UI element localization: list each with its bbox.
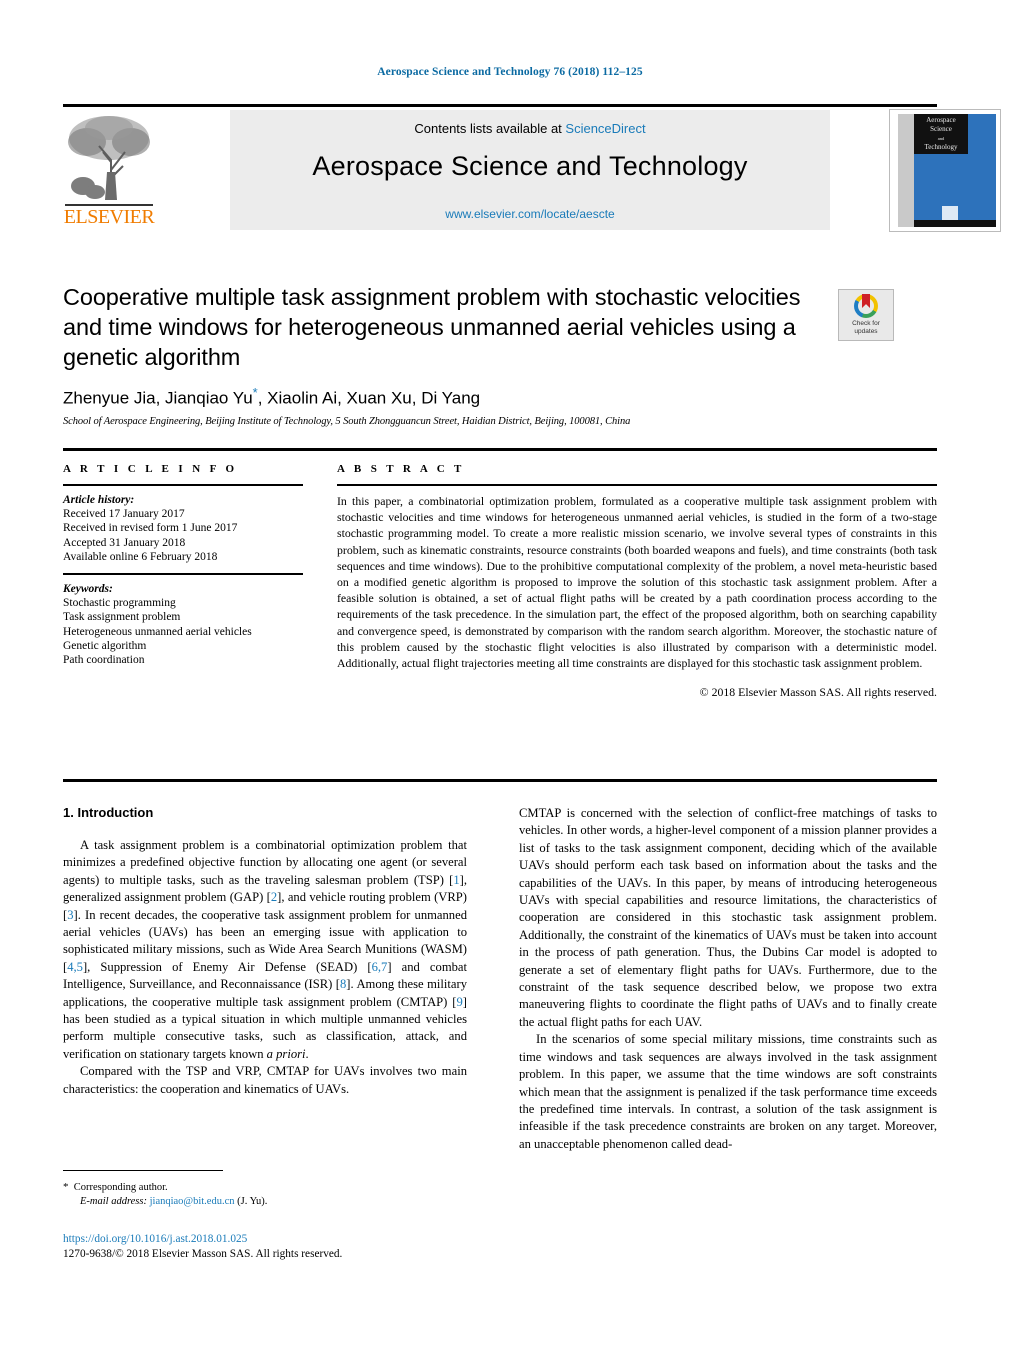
footnote-star-marker: * bbox=[63, 1181, 69, 1193]
sciencedirect-link[interactable]: ScienceDirect bbox=[565, 121, 645, 136]
article-history-item: Accepted 31 January 2018 bbox=[63, 536, 186, 549]
doi-link[interactable]: https://doi.org/10.1016/j.ast.2018.01.02… bbox=[63, 1232, 563, 1247]
authors-primary: Zhenyue Jia, Jianqiao Yu bbox=[63, 388, 253, 408]
cover-title-line-1: Aerospace bbox=[926, 116, 956, 124]
abstract-column: A B S T R A C T In this paper, a combina… bbox=[337, 463, 937, 700]
article-history-heading: Article history: bbox=[63, 494, 135, 506]
article-info-column: A R T I C L E I N F O Article history: R… bbox=[63, 463, 303, 667]
cover-elsevier-mark-icon bbox=[942, 206, 958, 220]
crossmark-label-line1: Check for bbox=[852, 320, 880, 327]
crossmark-badge[interactable]: Check for updates bbox=[838, 289, 894, 341]
p1-seg-e: ], Suppression of Enemy Air Defense (SEA… bbox=[82, 959, 372, 974]
keyword-item: Task assignment problem bbox=[63, 611, 181, 624]
info-section-top-rule bbox=[63, 448, 937, 451]
article-info-label: A R T I C L E I N F O bbox=[63, 463, 238, 475]
article-history-item: Received 17 January 2017 bbox=[63, 508, 185, 521]
cover-title-line-2: Science bbox=[930, 125, 952, 133]
cover-main-panel bbox=[914, 154, 968, 220]
email-link[interactable]: jianqiao@bit.edu.cn bbox=[150, 1196, 235, 1207]
keyword-item: Path coordination bbox=[63, 654, 145, 667]
issn-copyright-line: 1270-9638/© 2018 Elsevier Masson SAS. Al… bbox=[63, 1248, 343, 1260]
footnote-block: * Corresponding author. E-mail address: … bbox=[63, 1180, 467, 1209]
cover-title-line-3: and bbox=[937, 136, 945, 141]
crossmark-label: Check for updates bbox=[839, 320, 893, 336]
article-history-group: Article history: Received 17 January 201… bbox=[63, 493, 303, 564]
cover-spine bbox=[898, 114, 914, 227]
contents-prefix: Contents lists available at bbox=[414, 121, 566, 136]
citation-ref[interactable]: 4,5 bbox=[67, 960, 83, 974]
abstract-rule bbox=[337, 484, 937, 486]
crossmark-ring-icon bbox=[854, 294, 878, 318]
elsevier-tree-icon bbox=[65, 112, 153, 204]
p1-seg-i: . bbox=[305, 1046, 309, 1061]
page-title: Cooperative multiple task assignment pro… bbox=[63, 284, 801, 370]
abstract-copyright: © 2018 Elsevier Masson SAS. All rights r… bbox=[699, 685, 937, 700]
keyword-item: Stochastic programming bbox=[63, 597, 176, 610]
title-block: Cooperative multiple task assignment pro… bbox=[63, 282, 823, 372]
body-column-right: CMTAP is concerned with the selection of… bbox=[519, 805, 937, 1153]
paragraph-intro-2: Compared with the TSP and VRP, CMTAP for… bbox=[63, 1064, 467, 1096]
contents-banner: Contents lists available at ScienceDirec… bbox=[230, 110, 830, 230]
citation-ref[interactable]: 6,7 bbox=[372, 960, 388, 974]
body-top-rule bbox=[63, 779, 937, 782]
keywords-group: Keywords: Stochastic programming Task as… bbox=[63, 582, 303, 667]
author-list: Zhenyue Jia, Jianqiao Yu*, Xiaolin Ai, X… bbox=[63, 385, 883, 409]
paragraph-intro-3: CMTAP is concerned with the selection of… bbox=[519, 806, 937, 1029]
p1-latin-phrase: a priori bbox=[266, 1046, 306, 1061]
article-history-item: Available online 6 February 2018 bbox=[63, 550, 218, 563]
keyword-item: Genetic algorithm bbox=[63, 639, 147, 652]
email-label: E-mail address: bbox=[80, 1196, 147, 1207]
authors-secondary: , Xiaolin Ai, Xuan Xu, Di Yang bbox=[257, 388, 481, 408]
cover-footer-band bbox=[914, 220, 996, 227]
running-head: Aerospace Science and Technology 76 (201… bbox=[377, 66, 643, 78]
journal-title: Aerospace Science and Technology bbox=[312, 151, 748, 181]
paragraph-intro-1: A task assignment problem is a combinato… bbox=[63, 837, 467, 1063]
journal-url-link[interactable]: www.elsevier.com/locate/aescte bbox=[230, 207, 830, 221]
crossmark-label-line2: updates bbox=[854, 328, 878, 335]
keywords-heading: Keywords: bbox=[63, 583, 113, 596]
affiliation: School of Aerospace Engineering, Beijing… bbox=[63, 416, 631, 427]
corresponding-author-note: * Corresponding author. bbox=[63, 1180, 467, 1195]
email-owner: (J. Yu). bbox=[237, 1196, 268, 1207]
body-column-left: 1. Introduction A task assignment proble… bbox=[63, 805, 467, 1098]
paper-page: Aerospace Science and Technology 76 (201… bbox=[0, 0, 1020, 1351]
journal-cover-thumbnail[interactable]: Aerospace Science and Technology bbox=[889, 109, 1001, 232]
cover-right-band-top bbox=[968, 114, 996, 150]
paragraph-intro-4: In the scenarios of some special militar… bbox=[519, 1032, 937, 1151]
abstract-text: In this paper, a combinatorial optimizat… bbox=[337, 494, 937, 671]
elsevier-wordmark: ELSEVIER bbox=[63, 206, 155, 228]
doi-block: https://doi.org/10.1016/j.ast.2018.01.02… bbox=[63, 1232, 563, 1262]
section-heading-introduction: 1. Introduction bbox=[63, 805, 154, 820]
keyword-item: Heterogeneous unmanned aerial vehicles bbox=[63, 625, 252, 638]
abstract-label: A B S T R A C T bbox=[337, 463, 465, 475]
corresponding-author-text: Corresponding author. bbox=[73, 1182, 168, 1193]
journal-masthead: ELSEVIER Contents lists available at Sci… bbox=[63, 104, 1001, 232]
footnote-rule bbox=[63, 1170, 223, 1171]
cover-title-line-4: Technology bbox=[924, 143, 958, 151]
masthead-top-rule bbox=[63, 104, 937, 107]
cover-title-text: Aerospace Science and Technology bbox=[914, 116, 968, 152]
cover-right-band-bottom bbox=[968, 150, 996, 227]
email-note: E-mail address: jianqiao@bit.edu.cn (J. … bbox=[63, 1195, 467, 1209]
article-history-item: Received in revised form 1 June 2017 bbox=[63, 522, 238, 535]
elsevier-logo: ELSEVIER bbox=[63, 110, 155, 230]
article-info-rule bbox=[63, 484, 303, 486]
keywords-rule bbox=[63, 573, 303, 576]
contents-available-line: Contents lists available at ScienceDirec… bbox=[230, 121, 830, 136]
p1-seg-a: A task assignment problem is a combinato… bbox=[63, 838, 467, 887]
